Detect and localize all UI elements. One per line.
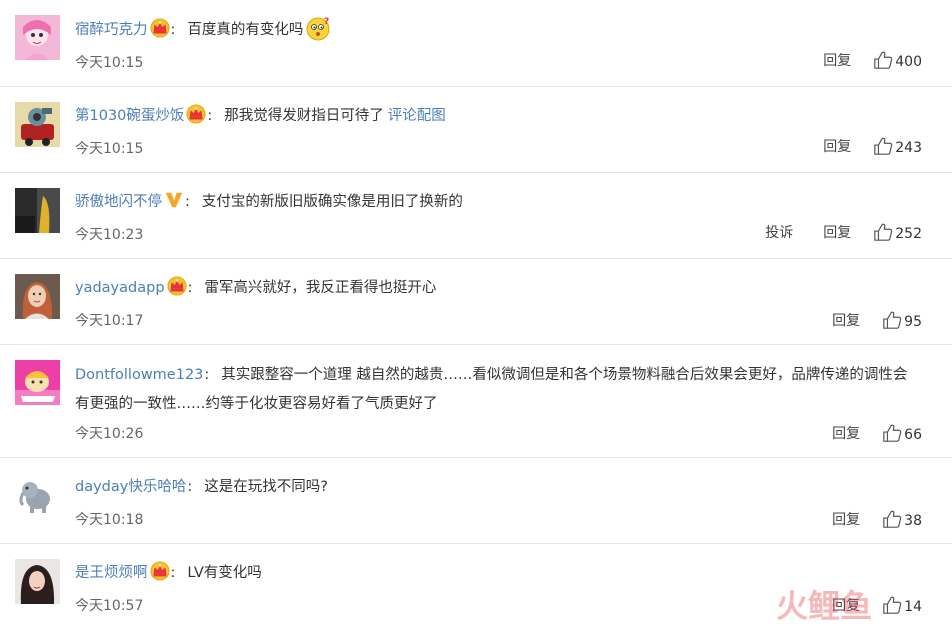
comment-image-link[interactable]: 评论配图: [388, 108, 446, 124]
like-button[interactable]: 252: [873, 222, 922, 242]
like-button[interactable]: 400: [873, 50, 922, 70]
reply-button[interactable]: 回复: [832, 509, 860, 529]
like-count: 95: [904, 314, 922, 330]
avatar[interactable]: [15, 102, 60, 147]
username-link[interactable]: Dontfollowme123: [75, 367, 203, 383]
comment-line: 宿醉巧克力: 百度真的有变化吗?: [75, 16, 932, 51]
avatar[interactable]: [15, 360, 60, 405]
comment-line: Dontfollowme123: 其实跟整容一个道理 越自然的越贵……看似微调但是…: [75, 361, 932, 419]
colon: :: [185, 194, 190, 210]
timestamp: 今天10:15: [75, 141, 144, 157]
colon: :: [207, 108, 213, 124]
reply-button[interactable]: 回复: [823, 50, 851, 70]
username-link[interactable]: dayday快乐哈哈: [75, 479, 186, 495]
reply-button[interactable]: 回复: [832, 595, 860, 615]
avatar[interactable]: [15, 15, 60, 60]
like-button[interactable]: 243: [873, 136, 922, 156]
comment-text-line-1: 其实跟整容一个道理 越自然的越贵……看似微调但是和各个场景物料融合后效果会更好，…: [221, 367, 908, 383]
timestamp: 今天10:18: [75, 512, 144, 528]
thumbs-up-icon: [873, 222, 893, 242]
comment-actions: 回复 400: [793, 50, 922, 70]
avatar[interactable]: [15, 188, 60, 233]
comment-actions: 回复 14: [802, 595, 922, 615]
comment-actions: 回复 66: [802, 423, 922, 443]
thumbs-up-icon: [882, 509, 902, 529]
comment-line: 骄傲地闪不停: 支付宝的新版旧版确实像是用旧了换新的: [75, 189, 932, 215]
comment-item: 骄傲地闪不停: 支付宝的新版旧版确实像是用旧了换新的 今天10:23 投诉 回复 …: [0, 173, 952, 259]
username-link[interactable]: 骄傲地闪不停: [75, 194, 162, 210]
like-count: 400: [895, 54, 922, 70]
like-count: 14: [904, 599, 922, 615]
comment-text: LV有变化吗: [187, 565, 262, 581]
crown-badge-icon: [150, 18, 170, 38]
avatar[interactable]: [15, 473, 60, 518]
timestamp: 今天10:57: [75, 598, 144, 614]
comment-line: 是王烦烦啊: LV有变化吗: [75, 560, 932, 586]
comment-text: 那我觉得发财指日可待了: [224, 108, 384, 124]
comment-line: 第1030碗蛋炒饭: 那我觉得发财指日可待了 评论配图: [75, 103, 932, 129]
comment-item: Dontfollowme123: 其实跟整容一个道理 越自然的越贵……看似微调但是…: [0, 345, 952, 458]
comment-text: 支付宝的新版旧版确实像是用旧了换新的: [201, 194, 463, 210]
timestamp: 今天10:23: [75, 227, 144, 243]
comment-text: 百度真的有变化吗: [187, 22, 304, 38]
comment-actions: 回复 38: [802, 509, 922, 529]
username-link[interactable]: yadayadapp: [75, 280, 165, 296]
like-button[interactable]: 14: [882, 595, 922, 615]
report-button[interactable]: 投诉: [765, 222, 793, 242]
avatar[interactable]: [15, 274, 60, 319]
thumbs-up-icon: [873, 136, 893, 156]
comment-actions: 回复 243: [793, 136, 922, 156]
colon: :: [187, 479, 193, 495]
crown-badge-icon: [167, 276, 187, 296]
colon: :: [204, 367, 210, 383]
comment-item: 宿醉巧克力: 百度真的有变化吗? 今天10:15 回复 400: [0, 0, 952, 87]
comment-text-line-2: 有更强的一致性……约等于化妆更容易好看了气质更好了: [75, 396, 438, 412]
thumbs-up-icon: [882, 423, 902, 443]
thumbs-up-icon: [873, 50, 893, 70]
comment-line: dayday快乐哈哈: 这是在玩找不同吗?: [75, 474, 932, 500]
like-count: 66: [904, 427, 922, 443]
colon: :: [170, 565, 176, 581]
thinking-face-icon: ?: [305, 16, 331, 51]
comment-line: yadayadapp: 雷军高兴就好，我反正看得也挺开心: [75, 275, 932, 301]
colon: :: [187, 280, 193, 296]
timestamp: 今天10:26: [75, 426, 144, 442]
comment-item: dayday快乐哈哈: 这是在玩找不同吗? 今天10:18 回复 38: [0, 458, 952, 544]
reply-button[interactable]: 回复: [823, 136, 851, 156]
timestamp: 今天10:17: [75, 313, 144, 329]
comment-item: 是王烦烦啊: LV有变化吗 今天10:57 回复 14: [0, 544, 952, 625]
reply-button[interactable]: 回复: [823, 222, 851, 242]
thumbs-up-icon: [882, 310, 902, 330]
reply-button[interactable]: 回复: [832, 423, 860, 443]
comment-actions: 投诉 回复 252: [735, 222, 922, 242]
like-button[interactable]: 95: [882, 310, 922, 330]
timestamp: 今天10:15: [75, 55, 144, 71]
like-button[interactable]: 66: [882, 423, 922, 443]
comment-item: 第1030碗蛋炒饭: 那我觉得发财指日可待了 评论配图 今天10:15 回复 243: [0, 87, 952, 173]
comment-text: 这是在玩找不同吗?: [204, 479, 328, 495]
username-link[interactable]: 宿醉巧克力: [75, 22, 148, 38]
thumbs-up-icon: [882, 595, 902, 615]
like-count: 243: [895, 140, 922, 156]
comment-text: 雷军高兴就好，我反正看得也挺开心: [204, 280, 437, 296]
comment-actions: 回复 95: [802, 310, 922, 330]
verified-v-badge-icon: [164, 190, 184, 210]
like-button[interactable]: 38: [882, 509, 922, 529]
reply-button[interactable]: 回复: [832, 310, 860, 330]
username-link[interactable]: 第1030碗蛋炒饭: [75, 108, 184, 124]
crown-badge-icon: [150, 561, 170, 581]
avatar[interactable]: [15, 559, 60, 604]
username-link[interactable]: 是王烦烦啊: [75, 565, 148, 581]
comment-item: yadayadapp: 雷军高兴就好，我反正看得也挺开心 今天10:17 回复 9…: [0, 259, 952, 345]
like-count: 38: [904, 513, 922, 529]
like-count: 252: [895, 226, 922, 242]
svg-text:?: ?: [324, 17, 329, 27]
crown-badge-icon: [186, 104, 206, 124]
colon: :: [170, 22, 176, 38]
